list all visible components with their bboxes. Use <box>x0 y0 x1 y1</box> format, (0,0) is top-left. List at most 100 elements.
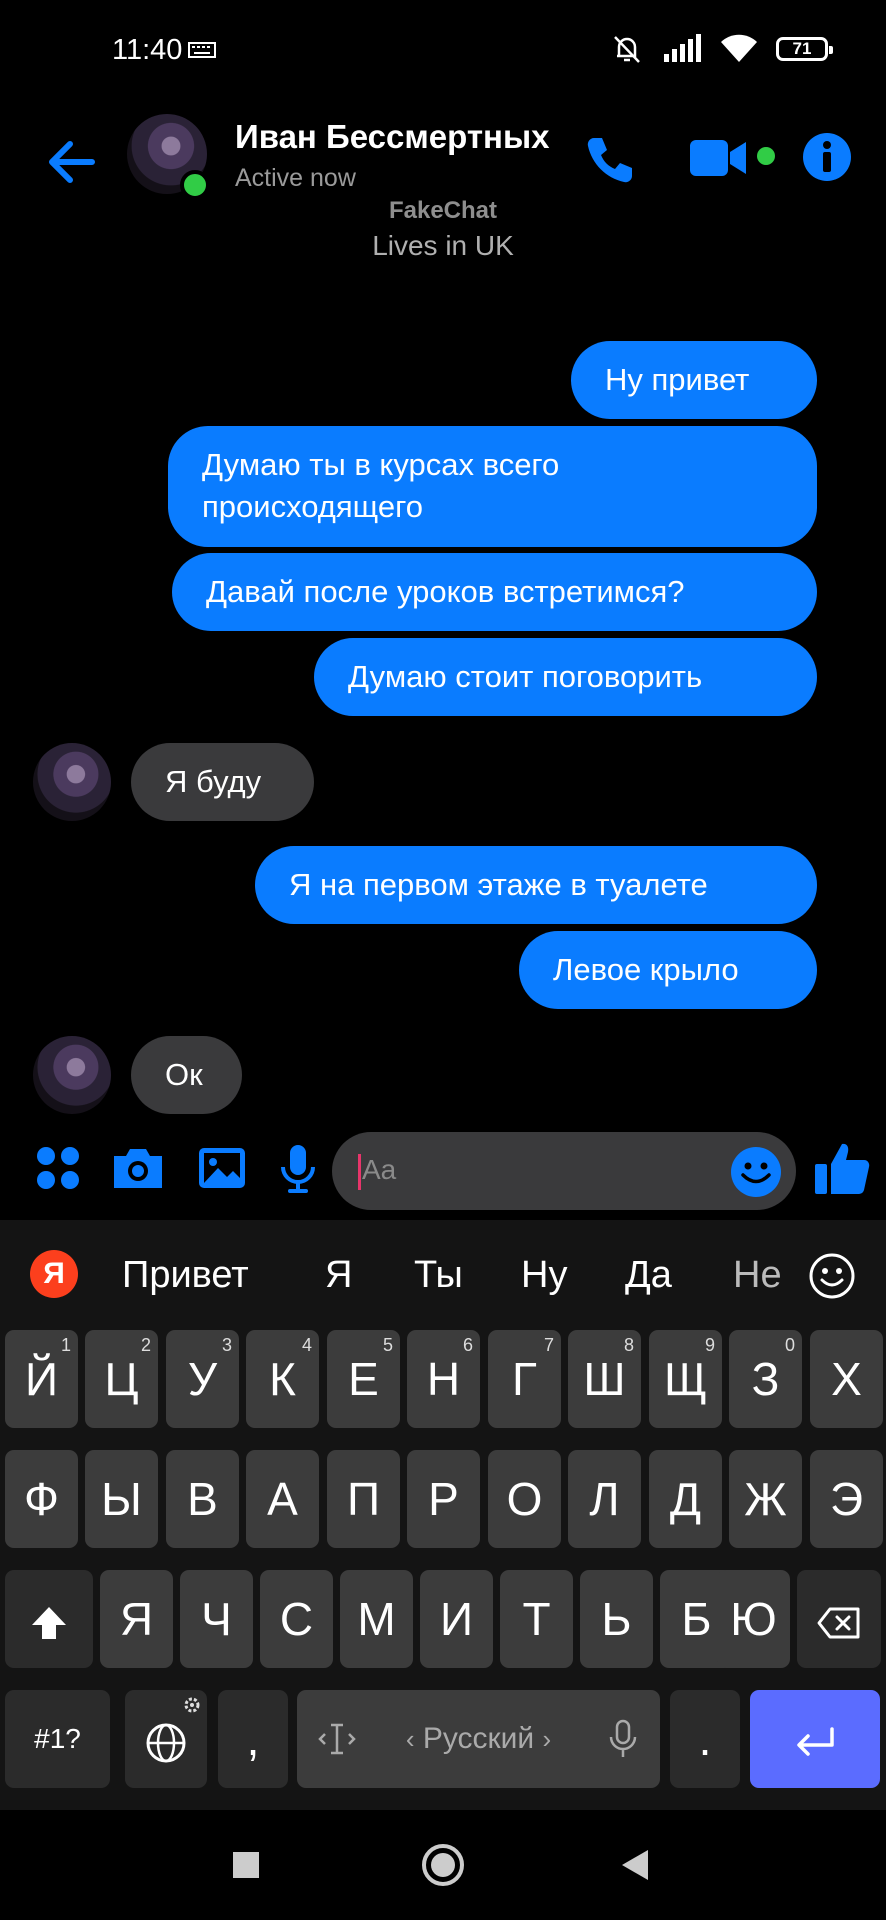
emoji-keyboard-icon[interactable] <box>808 1252 856 1300</box>
message-bubble-outgoing[interactable]: Ну привет <box>571 341 817 419</box>
back-arrow-icon[interactable] <box>42 132 102 192</box>
message-bubble-incoming[interactable]: Ок <box>131 1036 242 1114</box>
back-nav-icon[interactable] <box>620 1848 650 1882</box>
key[interactable]: Л <box>568 1450 641 1548</box>
key[interactable]: Ы <box>85 1450 158 1548</box>
video-active-dot <box>757 147 775 165</box>
key[interactable]: Х <box>810 1330 883 1428</box>
message-bubble-outgoing[interactable]: Думаю стоит поговорить <box>314 638 817 716</box>
shift-arrow-icon <box>32 1606 66 1639</box>
text-caret <box>358 1154 361 1190</box>
key[interactable]: Ш8 <box>568 1330 641 1428</box>
key[interactable]: Ф <box>5 1450 78 1548</box>
camera-icon[interactable] <box>110 1140 166 1196</box>
suggestion-word[interactable]: Ты <box>414 1254 463 1297</box>
key[interactable]: Г7 <box>488 1330 561 1428</box>
backspace-icon <box>817 1607 860 1639</box>
online-indicator <box>180 170 210 200</box>
key[interactable]: Е5 <box>327 1330 400 1428</box>
voice-input-icon <box>609 1719 637 1757</box>
key[interactable]: С <box>260 1570 333 1668</box>
language-key[interactable] <box>125 1690 207 1788</box>
message-bubble-outgoing[interactable]: Думаю ты в курсах всего происходящего <box>168 426 817 547</box>
suggestion-word[interactable]: Привет <box>122 1254 249 1297</box>
globe-icon <box>146 1723 186 1763</box>
signal-icon <box>664 34 701 62</box>
message-input-placeholder: Aa <box>362 1154 397 1185</box>
contact-status: Active now <box>235 164 356 192</box>
key[interactable]: И <box>420 1570 493 1668</box>
keyboard-status-icon <box>188 42 216 58</box>
space-language-label: Русский <box>422 1722 535 1755</box>
microphone-icon[interactable] <box>270 1140 326 1196</box>
enter-key[interactable] <box>750 1690 880 1788</box>
key[interactable]: Ь <box>580 1570 653 1668</box>
key[interactable]: М <box>340 1570 413 1668</box>
key[interactable]: Р <box>407 1450 480 1548</box>
phone-call-icon[interactable] <box>582 132 638 188</box>
status-icons: 71 <box>610 32 833 66</box>
contact-name[interactable]: Иван Бессмертных <box>235 118 549 156</box>
suggestion-word[interactable]: Я <box>325 1254 352 1297</box>
key[interactable]: О <box>488 1450 561 1548</box>
video-call-icon[interactable] <box>688 136 748 180</box>
recent-apps-icon[interactable] <box>231 1850 261 1880</box>
key[interactable]: Ю <box>717 1570 790 1668</box>
key[interactable]: Ч <box>180 1570 253 1668</box>
key[interactable]: А <box>246 1450 319 1548</box>
system-nav-bar <box>0 1810 886 1920</box>
key[interactable]: Д <box>649 1450 722 1548</box>
emoji-icon[interactable] <box>730 1146 782 1198</box>
suggestion-bar: Я Привет Я Ты Ну Да Не <box>0 1220 886 1320</box>
key[interactable]: К4 <box>246 1330 319 1428</box>
message-input[interactable]: Aa <box>332 1132 796 1210</box>
symbols-key[interactable]: #1? <box>5 1690 110 1788</box>
suggestion-word[interactable]: Не <box>733 1254 782 1297</box>
message-bubble-outgoing[interactable]: Давай после уроков встретимся? <box>172 553 817 631</box>
sender-avatar[interactable] <box>33 1036 111 1114</box>
message-bubble-incoming[interactable]: Я буду <box>131 743 314 821</box>
period-key[interactable]: . <box>670 1690 740 1788</box>
thumbs-up-icon[interactable] <box>812 1138 872 1198</box>
key[interactable]: В <box>166 1450 239 1548</box>
yandex-logo[interactable]: Я <box>30 1250 78 1298</box>
gallery-icon[interactable] <box>194 1140 250 1196</box>
status-bar: 11:40 71 <box>0 0 886 100</box>
key[interactable]: Ц2 <box>85 1330 158 1428</box>
wifi-icon <box>721 34 757 62</box>
info-icon[interactable] <box>802 132 852 182</box>
battery-level: 71 <box>792 39 812 58</box>
suggestion-word[interactable]: Ну <box>521 1254 567 1297</box>
space-key[interactable]: ‹ Русский › <box>297 1690 660 1788</box>
message-composer: Aa <box>0 1130 886 1210</box>
chat-header: Иван Бессмертных Active now FakeChat Liv… <box>0 110 886 270</box>
on-screen-keyboard: Я Привет Я Ты Ну Да Не Й1 Ц2 У3 К4 Е5 Н6… <box>0 1220 886 1810</box>
key[interactable]: П <box>327 1450 400 1548</box>
suggestion-word[interactable]: Да <box>625 1254 672 1297</box>
key[interactable]: Н6 <box>407 1330 480 1428</box>
comma-key[interactable]: , <box>218 1690 288 1788</box>
cursor-move-icon <box>318 1723 356 1755</box>
key[interactable]: Э <box>810 1450 883 1548</box>
battery-icon: 71 <box>776 37 833 61</box>
apps-grid-icon[interactable] <box>30 1140 86 1196</box>
status-time: 11:40 <box>112 34 183 66</box>
key[interactable]: Т <box>500 1570 573 1668</box>
key[interactable]: Й1 <box>5 1330 78 1428</box>
mute-bell-icon <box>614 36 640 63</box>
key[interactable]: Щ9 <box>649 1330 722 1428</box>
key[interactable]: Я <box>100 1570 173 1668</box>
message-bubble-outgoing[interactable]: Левое крыло <box>519 931 817 1009</box>
key[interactable]: З0 <box>729 1330 802 1428</box>
fakechat-watermark: FakeChat <box>388 197 498 224</box>
backspace-key[interactable] <box>797 1570 881 1668</box>
sender-avatar[interactable] <box>33 743 111 821</box>
contact-location: Lives in UK <box>372 230 514 261</box>
key[interactable]: Ж <box>729 1450 802 1548</box>
enter-arrow-icon <box>797 1727 834 1756</box>
shift-key[interactable] <box>5 1570 93 1668</box>
settings-gear-icon <box>184 1697 200 1713</box>
message-bubble-outgoing[interactable]: Я на первом этаже в туалете <box>255 846 817 924</box>
key[interactable]: У3 <box>166 1330 239 1428</box>
home-icon[interactable] <box>420 1842 466 1888</box>
